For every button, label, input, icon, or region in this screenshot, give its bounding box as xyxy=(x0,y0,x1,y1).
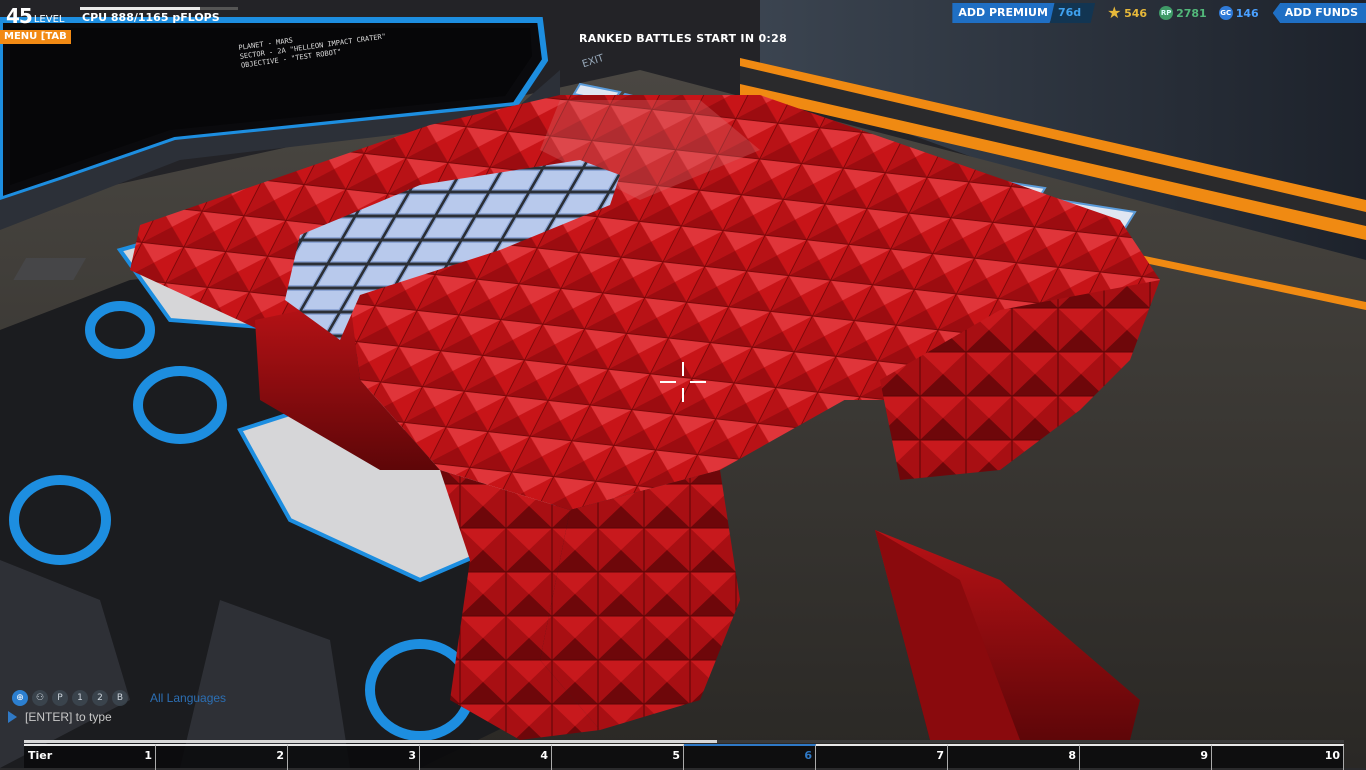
tier-segment-1: 1 xyxy=(24,744,156,770)
tier-number: 10 xyxy=(1324,749,1340,762)
cpu-bar-fill xyxy=(80,7,201,10)
tier-segment-8: 8 xyxy=(948,744,1080,770)
star-icon: ★ xyxy=(1107,3,1122,22)
stars-value: 546 xyxy=(1124,6,1148,20)
crosshair-icon xyxy=(660,362,706,402)
cpu-bar xyxy=(80,7,238,10)
tier-number: 3 xyxy=(408,749,416,762)
tier-number: 8 xyxy=(1068,749,1076,762)
tier-progress-fill xyxy=(24,740,717,743)
tier-segment-7: 7 xyxy=(816,744,948,770)
ranked-battles-timer: RANKED BATTLES START IN 0:28 xyxy=(578,32,788,45)
chat-input[interactable]: [ENTER] to type xyxy=(8,710,112,724)
tier-segment-3: 3 xyxy=(288,744,420,770)
rp-value: 2781 xyxy=(1176,6,1207,20)
party-icon[interactable]: ⚇ xyxy=(32,690,48,706)
tier-number: 2 xyxy=(276,749,284,762)
currency-bar: ADD PREMIUM 76d ★ 546 RP 2781 GC 146 ADD… xyxy=(952,3,1366,23)
tier-segment-4: 4 xyxy=(420,744,552,770)
player-level: 45 LEVEL xyxy=(6,4,64,26)
chat-language-selector[interactable]: All Languages xyxy=(150,691,226,705)
gc-value: 146 xyxy=(1235,6,1259,20)
tier-bar: Tier 1 2 3 4 5 6 7 8 9 10 xyxy=(24,744,1344,770)
level-label: LEVEL xyxy=(33,14,65,25)
globe-icon[interactable]: ⊕ xyxy=(12,690,28,706)
tier-segment-5: 5 xyxy=(552,744,684,770)
tier-number: 9 xyxy=(1200,749,1208,762)
tier-number: 4 xyxy=(540,749,548,762)
tier-segment-10: 10 xyxy=(1212,744,1344,770)
chat-input-hint: [ENTER] to type xyxy=(25,710,112,724)
add-funds-button[interactable]: ADD FUNDS xyxy=(1272,3,1366,23)
3-icon[interactable]: B xyxy=(112,690,128,706)
tier-number: 1 xyxy=(144,749,152,762)
rp-icon: RP xyxy=(1159,6,1174,20)
tier-segment-9: 9 xyxy=(1080,744,1212,770)
tier-number: 6 xyxy=(804,749,812,762)
gc-counter: GC 146 xyxy=(1218,6,1259,20)
tier-number: 7 xyxy=(936,749,944,762)
tier-segment-2: 2 xyxy=(156,744,288,770)
tier-progress-bar xyxy=(24,740,1344,743)
chat-arrow-icon xyxy=(8,711,17,723)
rp-counter: RP 2781 xyxy=(1159,6,1207,20)
stars-counter: ★ 546 xyxy=(1107,3,1148,22)
cpu-readout: CPU 888/1165 pFLOPS xyxy=(82,11,220,24)
chat-channel-bar: ⊕ ⚇ P 1 2 B All Languages xyxy=(12,690,226,706)
p-icon[interactable]: P xyxy=(52,690,68,706)
level-number: 45 xyxy=(6,4,33,28)
premium-days-remaining: 76d xyxy=(1049,3,1096,23)
tier-number: 5 xyxy=(672,749,680,762)
gc-icon: GC xyxy=(1218,6,1233,20)
add-premium-button[interactable]: ADD PREMIUM xyxy=(952,3,1058,23)
tier-segment-6: 6 xyxy=(684,744,816,770)
1-icon[interactable]: 1 xyxy=(72,690,88,706)
2-icon[interactable]: 2 xyxy=(92,690,108,706)
